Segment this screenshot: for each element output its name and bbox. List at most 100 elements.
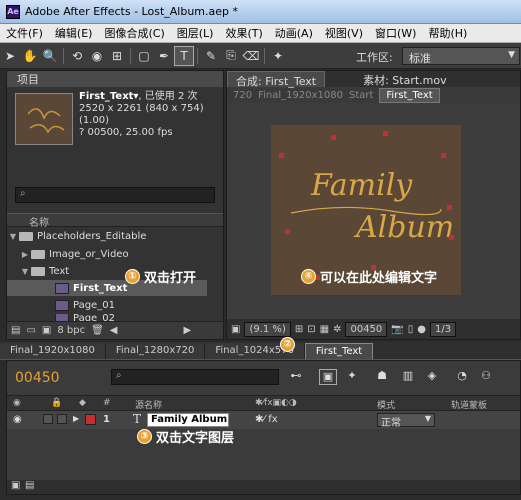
text-handle[interactable]: [383, 131, 388, 136]
camera-tool-icon[interactable]: ◉: [87, 46, 107, 66]
clone-tool-icon[interactable]: ⎘: [221, 46, 241, 66]
eraser-tool-icon[interactable]: ⌫: [241, 46, 261, 66]
pen-tool-icon[interactable]: ✒: [154, 46, 174, 66]
lock-checkbox[interactable]: [57, 414, 67, 424]
row-label: Image_or_Video: [49, 248, 129, 260]
menu-view[interactable]: 视图(V): [319, 25, 369, 41]
solo-checkbox[interactable]: [43, 414, 53, 424]
text-handle[interactable]: [279, 153, 284, 158]
chevron-down-icon: ▼: [508, 50, 515, 60]
resolution-select[interactable]: 1/3: [429, 321, 457, 337]
new-folder-icon[interactable]: ▭: [26, 325, 35, 336]
text-handle[interactable]: [447, 205, 452, 210]
brush-tool-icon[interactable]: ✎: [201, 46, 221, 66]
show-snapshot-icon[interactable]: ▯: [408, 324, 414, 335]
toggle-modes-icon[interactable]: ▤: [25, 480, 34, 491]
eye-icon[interactable]: ◉: [13, 414, 22, 425]
ae-logo-icon: Ae: [6, 4, 20, 19]
safe-margins-icon[interactable]: ⊞: [295, 324, 303, 335]
channel-rgb-icon[interactable]: ●: [417, 324, 426, 335]
shy-icon[interactable]: ☗: [373, 369, 391, 385]
crumb-item[interactable]: 720: [233, 90, 252, 101]
menu-effect[interactable]: 效果(T): [219, 25, 268, 41]
layer-switches-icon[interactable]: ✱⁄ fx: [255, 414, 278, 425]
menu-file[interactable]: 文件(F): [0, 25, 49, 41]
viewer-footer: ▣ (9.1 %) ⊞ ⊡ ▦ ✲ 00450 📷 ▯ ● 1/3: [227, 319, 520, 339]
puppet-tool-icon[interactable]: ✦: [268, 46, 288, 66]
zoom-tool-icon[interactable]: 🔍: [40, 46, 60, 66]
collapse-triangle-icon[interactable]: ▼: [7, 232, 19, 241]
selection-tool-icon[interactable]: ➤: [0, 46, 20, 66]
toggle-switches-icon[interactable]: ▣: [11, 480, 20, 491]
column-name-header[interactable]: 名称: [7, 213, 223, 229]
label-color-swatch[interactable]: [85, 414, 96, 425]
trash-icon[interactable]: 🗑: [91, 325, 104, 336]
tab-footage[interactable]: 素材: Start.mov: [355, 71, 455, 87]
project-panel: 项目 First_Text▾, 已使用 2 次 2520 x 2261 (840…: [6, 70, 224, 340]
menu-layer[interactable]: 图层(L): [171, 25, 220, 41]
mask-tool-icon[interactable]: ▢: [134, 46, 154, 66]
item-usage: , 已使用 2 次: [138, 91, 198, 102]
rotate-tool-icon[interactable]: ⟲: [67, 46, 87, 66]
tab-composition[interactable]: 合成: First_Text: [227, 71, 326, 88]
callout-text: 双击打开: [144, 271, 197, 286]
brainstorm-icon[interactable]: ⚇: [477, 369, 495, 385]
layer-name[interactable]: Family Album: [147, 413, 229, 427]
menu-edit[interactable]: 编辑(E): [49, 25, 99, 41]
menu-animation[interactable]: 动画(A): [269, 25, 319, 41]
motion-blur-icon[interactable]: ◈: [423, 369, 441, 385]
row-label: Text: [49, 265, 70, 277]
interpret-footage-icon[interactable]: ▤: [11, 325, 20, 336]
canvas-text-album: Album: [353, 210, 454, 245]
tab-final-1920[interactable]: Final_1920x1080: [0, 343, 106, 359]
transparency-grid-icon[interactable]: ▦: [320, 324, 329, 335]
menu-window[interactable]: 窗口(W): [369, 25, 422, 41]
menu-composition[interactable]: 图像合成(C): [98, 25, 170, 41]
project-search-input[interactable]: ⌕: [15, 187, 215, 203]
item-name[interactable]: First_Text▾: [79, 91, 138, 102]
lock-header-icon: 🔒: [51, 398, 63, 408]
text-handle[interactable]: [285, 229, 290, 234]
scroll-right-icon[interactable]: ▶: [184, 325, 192, 336]
visibility-header-icon: ◉: [13, 398, 21, 408]
text-handle[interactable]: [449, 235, 454, 240]
workspace-select[interactable]: 标准 ▼: [402, 47, 520, 65]
live-update-icon[interactable]: ▣: [319, 369, 337, 385]
tab-project[interactable]: 项目: [7, 71, 223, 87]
collapse-triangle-icon[interactable]: ▼: [19, 267, 31, 276]
draft-3d-icon[interactable]: ✦: [343, 369, 361, 385]
always-preview-icon[interactable]: ▣: [231, 324, 240, 335]
frame-blending-icon[interactable]: ▥: [399, 369, 417, 385]
list-item[interactable]: Page_01: [7, 297, 207, 313]
region-of-interest-icon[interactable]: ⊡: [307, 324, 315, 335]
crumb-item[interactable]: Final_1920x1080: [258, 90, 343, 101]
snapshot-icon[interactable]: 📷: [391, 324, 403, 335]
scroll-left-icon[interactable]: ◀: [110, 325, 118, 336]
type-tool-icon[interactable]: T: [174, 45, 194, 66]
col-source-name[interactable]: 源名称: [135, 398, 162, 411]
graph-editor-icon[interactable]: ◔: [453, 369, 471, 385]
zoom-select[interactable]: (9.1 %): [244, 321, 291, 337]
expand-triangle-icon[interactable]: ▶: [73, 414, 79, 423]
current-time-field[interactable]: 00450: [345, 321, 388, 337]
pan-behind-tool-icon[interactable]: ⊞: [107, 46, 127, 66]
crumb-item-active[interactable]: First_Text: [379, 87, 440, 103]
timeline-search-input[interactable]: ⌕: [111, 369, 279, 385]
new-comp-icon[interactable]: ▣: [42, 325, 51, 336]
tab-first-text[interactable]: First_Text: [304, 343, 374, 359]
text-handle[interactable]: [331, 135, 336, 140]
mask-visibility-icon[interactable]: ✲: [333, 324, 341, 335]
crumb-item[interactable]: Start: [349, 90, 373, 101]
hand-tool-icon[interactable]: ✋: [20, 46, 40, 66]
menu-help[interactable]: 帮助(H): [422, 25, 473, 41]
layer-mode-select[interactable]: 正常 ▼: [377, 413, 435, 429]
expand-triangle-icon[interactable]: ▶: [19, 250, 31, 259]
table-row[interactable]: ◉ ▶ 1 T Family Album ✱⁄ fx 正常 ▼: [7, 411, 520, 429]
tab-final-1280[interactable]: Final_1280x720: [105, 343, 206, 359]
bpc-label[interactable]: 8 bpc: [57, 325, 85, 336]
comp-mini-flowchart-icon[interactable]: ⊷: [287, 369, 305, 385]
timeline-timecode[interactable]: 00450: [15, 370, 60, 386]
text-handle[interactable]: [441, 153, 446, 158]
list-item[interactable]: ▶ Image_or_Video: [7, 246, 207, 262]
list-item[interactable]: ▼ Placeholders_Editable: [7, 228, 207, 244]
